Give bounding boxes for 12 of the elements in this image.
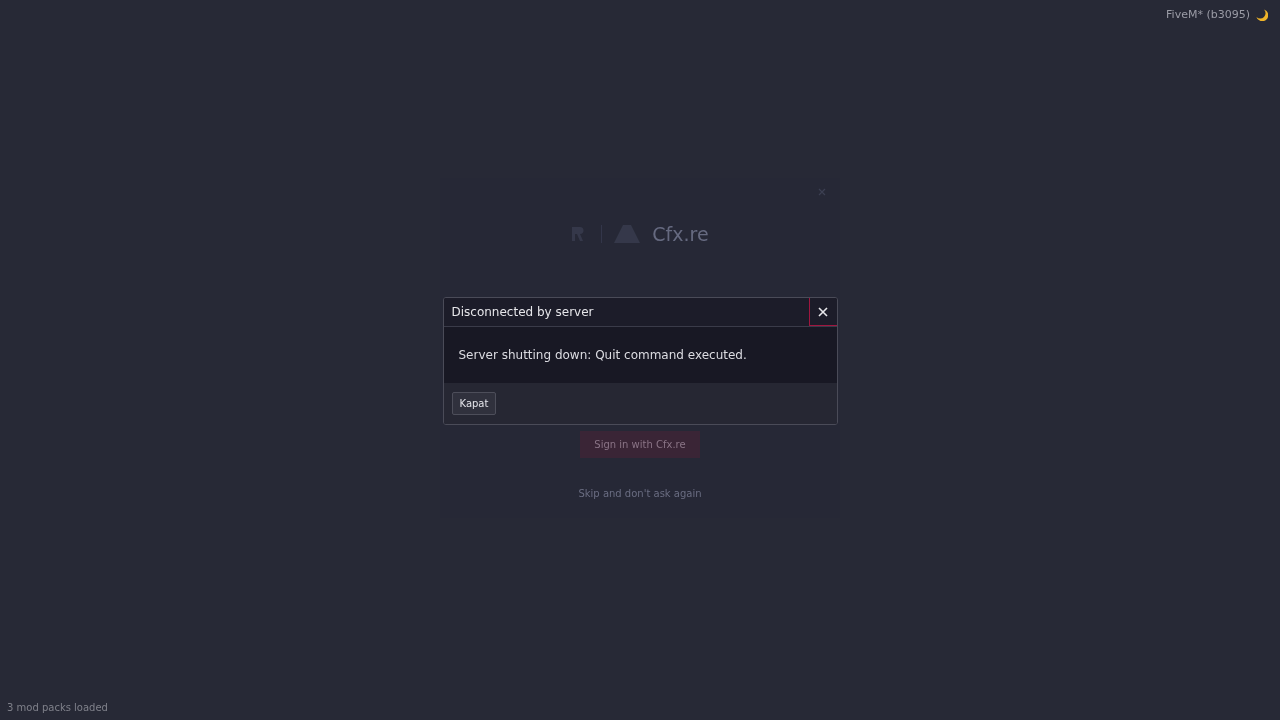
sign-in-button[interactable]: Sign in with Cfx.re — [580, 430, 700, 458]
mod-packs-status: 3 mod packs loaded — [7, 701, 108, 715]
dialog-message: Server shutting down: Quit command executed. — [458, 347, 747, 364]
close-icon — [818, 306, 828, 317]
close-icon — [818, 188, 826, 196]
close-button[interactable] — [808, 298, 837, 326]
skip-link[interactable]: Skip and don't ask again — [578, 485, 702, 501]
close-dialog-button[interactable]: Kapat — [451, 392, 497, 415]
brand-text: Cfx.re — [652, 222, 709, 247]
moon-icon — [1256, 9, 1268, 21]
version-label: FiveM* (b3095) — [1166, 6, 1250, 23]
dialog-title: Disconnected by server — [451, 304, 594, 321]
